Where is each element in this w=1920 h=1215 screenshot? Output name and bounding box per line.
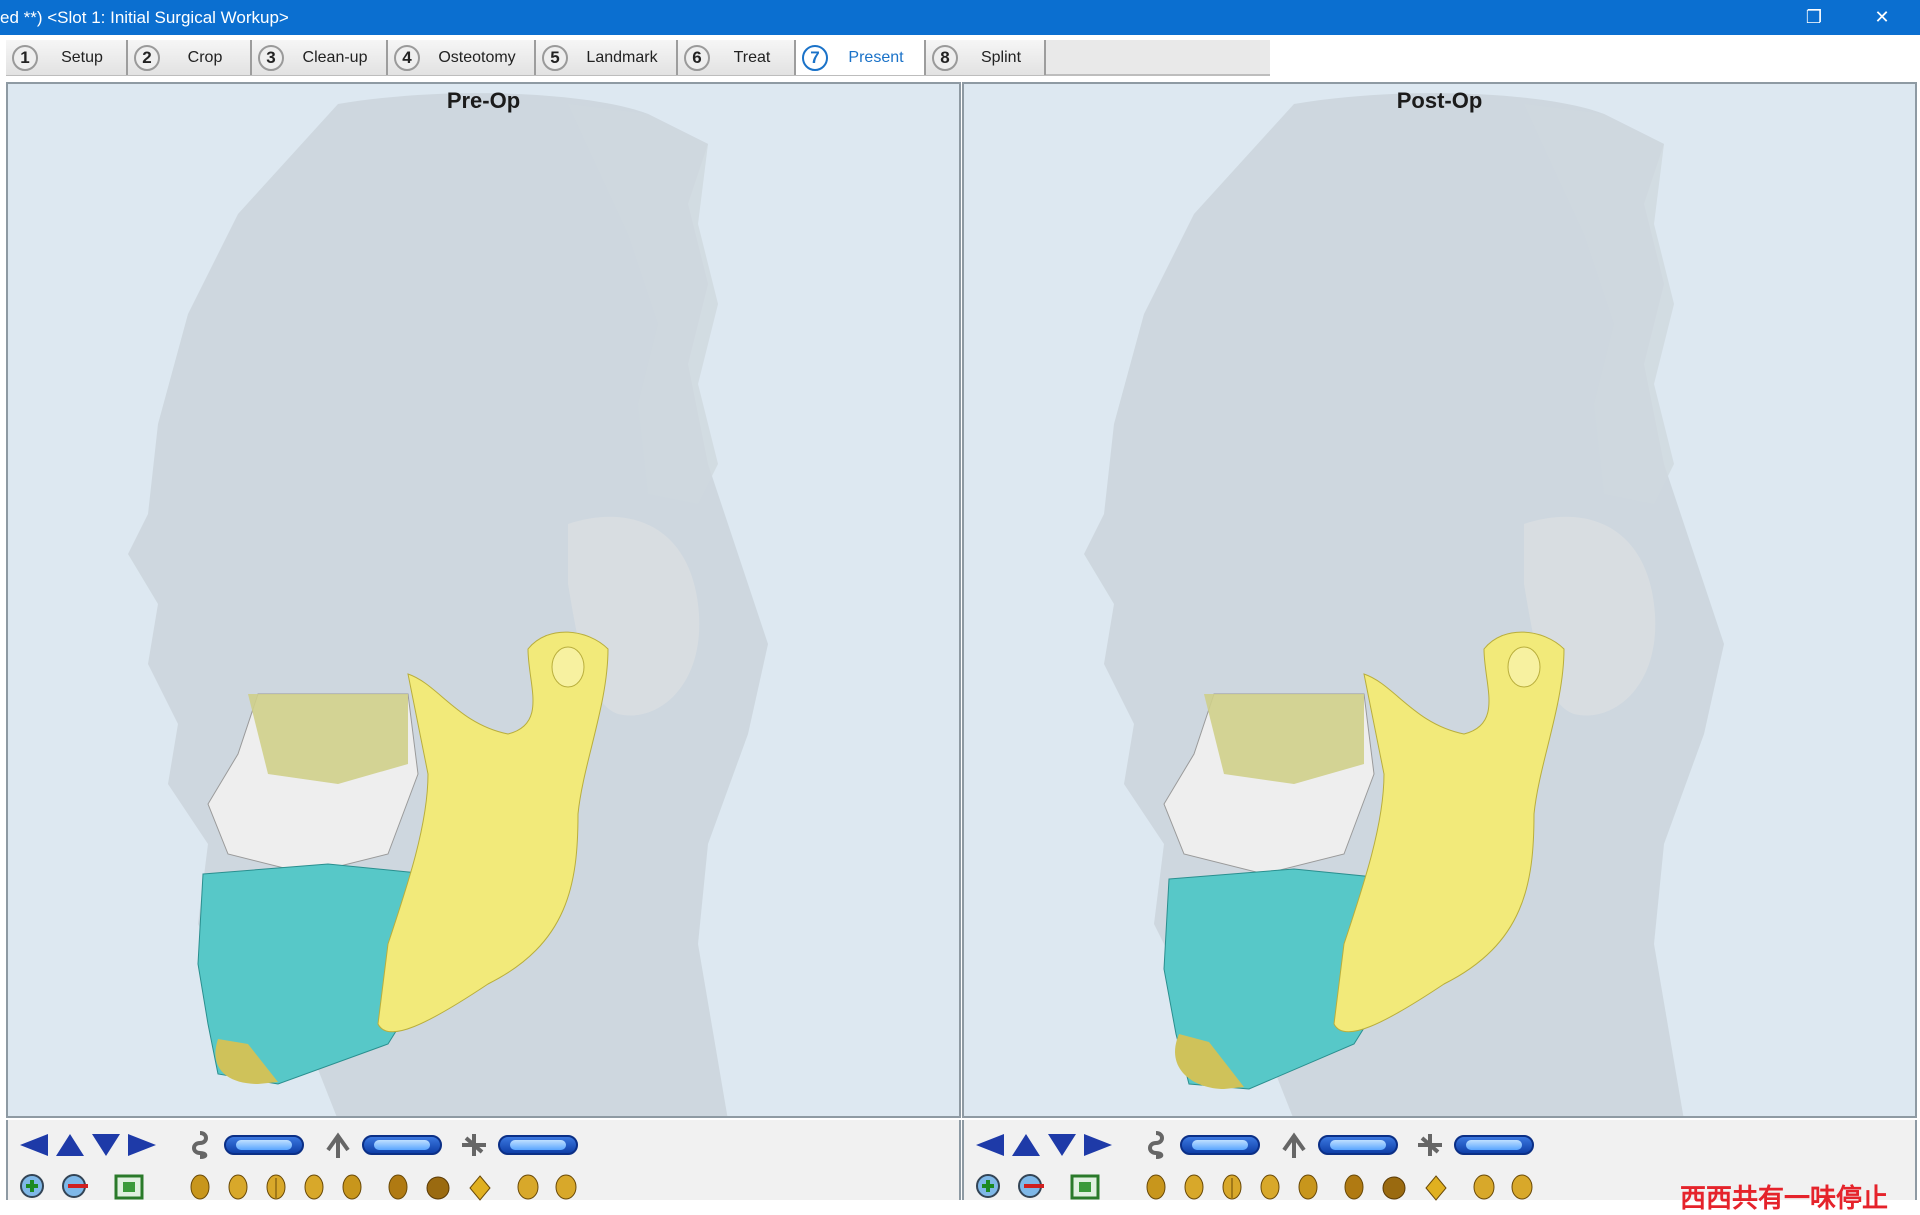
view-top-icon[interactable] [426,1174,450,1202]
rotate-y-icon[interactable] [1280,1130,1308,1160]
rotate-z-icon[interactable] [460,1130,488,1160]
pre-op-3d-model [128,93,768,1116]
view-three-quarter-left-icon[interactable] [516,1174,540,1202]
rotate-x-slider[interactable] [224,1135,304,1155]
view-bottom-icon[interactable] [468,1174,492,1202]
tab-label: Setup [61,48,103,66]
restore-window-button[interactable]: ❐ [1784,0,1844,35]
view-left-oblique-icon[interactable] [226,1174,250,1202]
rotate-z-slider[interactable] [1454,1135,1534,1155]
close-window-button[interactable]: ✕ [1852,0,1912,35]
view-right-oblique-icon[interactable] [302,1174,326,1202]
tab-label: Splint [980,48,1022,66]
overlay-caption: 西西共有一味停止 [1680,1183,1889,1213]
tab-label: Crop [187,48,223,66]
tab-setup[interactable]: 1 Setup [6,40,128,75]
view-left-icon[interactable] [188,1174,212,1202]
rotate-x-icon[interactable] [1142,1130,1170,1160]
view-back-icon[interactable] [386,1174,410,1202]
step-number: 7 [802,44,828,71]
rotate-y-icon[interactable] [324,1130,352,1160]
view-left-icon[interactable] [1144,1174,1168,1202]
arrow-left-icon[interactable] [20,1134,48,1156]
view-left-oblique-icon[interactable] [1182,1174,1206,1202]
close-icon: ✕ [1874,7,1890,27]
tab-clean-up[interactable]: 3 Clean-up [252,40,388,75]
pre-op-title: Pre-Op [446,88,521,113]
arrow-right-icon[interactable] [128,1134,156,1156]
view-right-icon[interactable] [1296,1174,1320,1202]
maxilla-upper [248,694,408,784]
zoom-out-icon[interactable] [1016,1172,1050,1200]
pre-op-viewport[interactable]: Pre-Op [6,82,961,1118]
pre-op-view-controls [6,1120,961,1202]
view-bottom-icon[interactable] [1424,1174,1448,1202]
rotate-z-slider[interactable] [498,1135,578,1155]
view-top-icon[interactable] [1382,1174,1406,1202]
rotate-x-slider[interactable] [1180,1135,1260,1155]
fit-view-icon[interactable] [1068,1172,1102,1200]
rotate-z-icon[interactable] [1416,1130,1444,1160]
tab-landmark[interactable]: 5 Landmark [536,40,678,75]
view-front-icon[interactable] [264,1174,288,1202]
view-three-quarter-right-icon[interactable] [554,1174,578,1202]
arrow-down-icon[interactable] [1048,1134,1076,1156]
view-right-oblique-icon[interactable] [1258,1174,1282,1202]
step-number: 1 [12,44,38,71]
zoom-out-icon[interactable] [60,1172,94,1200]
tab-label: Landmark [586,48,658,66]
arrow-right-icon[interactable] [1084,1134,1112,1156]
workflow-step-tabs: 1 Setup 2 Crop 3 Clean-up 4 Osteotomy 5 … [6,40,1270,76]
window-title: ed **) <Slot 1: Initial Surgical Workup> [0,8,289,27]
rotate-y-slider[interactable] [1318,1135,1398,1155]
maxilla-upper [1204,694,1364,784]
step-number: 8 [932,44,958,71]
step-number: 4 [394,44,420,71]
view-three-quarter-right-icon[interactable] [1510,1174,1534,1202]
arrow-left-icon[interactable] [976,1134,1004,1156]
rotate-x-icon[interactable] [186,1130,214,1160]
view-front-icon[interactable] [1220,1174,1244,1202]
post-op-title: Post-Op [1396,88,1483,113]
tab-label: Osteotomy [438,48,516,66]
view-back-icon[interactable] [1342,1174,1366,1202]
step-number: 3 [258,44,284,71]
view-right-icon[interactable] [340,1174,364,1202]
arrow-up-icon[interactable] [1012,1134,1040,1156]
restore-icon: ❐ [1805,7,1823,27]
rotate-y-slider[interactable] [362,1135,442,1155]
post-op-3d-model [1084,93,1724,1116]
fit-view-icon[interactable] [112,1172,146,1200]
title-bar: ed **) <Slot 1: Initial Surgical Workup>… [0,0,1920,35]
zoom-in-icon[interactable] [18,1172,52,1200]
zoom-in-icon[interactable] [974,1172,1008,1200]
arrow-up-icon[interactable] [56,1134,84,1156]
arrow-down-icon[interactable] [92,1134,120,1156]
view-three-quarter-left-icon[interactable] [1472,1174,1496,1202]
tab-label: Treat [733,48,771,66]
step-number: 2 [134,44,160,71]
tab-label: Present [848,48,904,66]
condyle [551,646,585,688]
tab-crop[interactable]: 2 Crop [128,40,252,75]
tab-present[interactable]: 7 Present [796,40,926,75]
tab-splint[interactable]: 8 Splint [926,40,1046,75]
tab-label: Clean-up [302,48,368,66]
step-number: 6 [684,44,710,71]
tab-treat[interactable]: 6 Treat [678,40,796,75]
condyle [1507,646,1541,688]
post-op-viewport[interactable]: Post-Op [962,82,1917,1118]
tab-osteotomy[interactable]: 4 Osteotomy [388,40,536,75]
step-number: 5 [542,44,568,71]
